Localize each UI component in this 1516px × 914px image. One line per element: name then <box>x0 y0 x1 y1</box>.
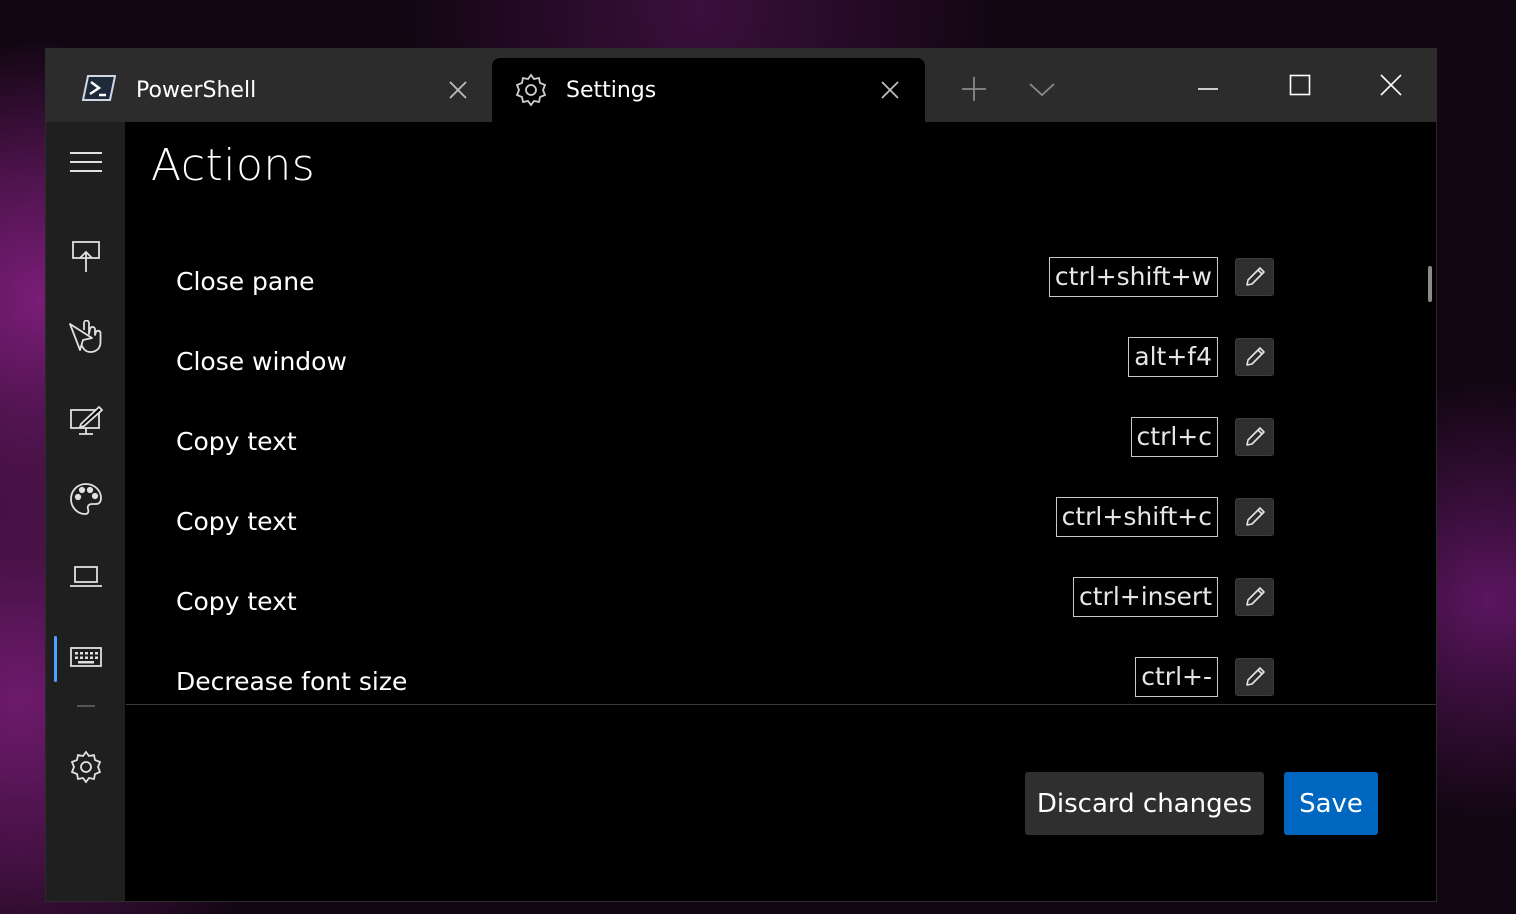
key-binding: ctrl+shift+c <box>1055 497 1218 537</box>
action-name: Copy text <box>176 507 297 536</box>
gear-icon <box>70 750 101 784</box>
color-palette-icon <box>69 483 102 515</box>
pencil-icon <box>1245 667 1265 686</box>
close-icon <box>1380 74 1402 96</box>
pencil-icon <box>1245 267 1265 286</box>
hamburger-menu-icon <box>69 152 102 172</box>
nav-item-rendering[interactable] <box>46 390 125 450</box>
powershell-icon <box>82 75 116 101</box>
nav-item-actions[interactable] <box>46 627 125 687</box>
action-row: Close pane ctrl+shift+w <box>176 252 1276 312</box>
edit-binding-button[interactable] <box>1235 658 1274 696</box>
nav-menu-toggle[interactable] <box>46 132 125 192</box>
action-row: Close window alt+f4 <box>176 332 1276 392</box>
close-window-button[interactable] <box>1369 69 1413 101</box>
tab-settings[interactable]: Settings <box>492 58 925 122</box>
discard-changes-button[interactable]: Discard changes <box>1025 772 1264 835</box>
key-binding: alt+f4 <box>1128 337 1218 377</box>
close-tab-button[interactable] <box>446 78 470 102</box>
plus-icon <box>962 77 986 101</box>
save-button[interactable]: Save <box>1284 772 1378 835</box>
maximize-icon <box>1289 74 1311 96</box>
tab-dropdown-button[interactable] <box>1024 77 1060 101</box>
action-row: Copy text ctrl+insert <box>176 572 1276 632</box>
nav-item-profiles[interactable] <box>46 547 125 607</box>
action-name: Close window <box>176 347 347 376</box>
action-name: Decrease font size <box>176 667 408 696</box>
settings-nav-pane <box>46 122 125 901</box>
settings-footer: Discard changes Save <box>126 704 1436 901</box>
minimize-button[interactable] <box>1186 69 1230 101</box>
startup-icon <box>71 241 100 272</box>
action-name: Copy text <box>176 427 297 456</box>
tab-title: PowerShell <box>136 78 257 103</box>
edit-binding-button[interactable] <box>1235 578 1274 616</box>
tab-title: Settings <box>566 78 657 103</box>
nav-item-startup[interactable] <box>46 227 125 287</box>
pencil-icon <box>1245 427 1265 446</box>
action-row: Copy text ctrl+shift+c <box>176 492 1276 552</box>
close-tab-button[interactable] <box>878 78 902 102</box>
new-tab-button[interactable] <box>956 75 992 103</box>
nav-item-color-schemes[interactable] <box>46 469 125 529</box>
pencil-icon <box>1245 347 1265 366</box>
key-binding: ctrl+c <box>1130 417 1218 457</box>
edit-binding-button[interactable] <box>1235 418 1274 456</box>
page-title: Actions <box>151 140 316 191</box>
keyboard-icon <box>69 647 102 667</box>
action-name: Close pane <box>176 267 315 296</box>
key-binding: ctrl+shift+w <box>1048 257 1218 297</box>
key-binding: ctrl+- <box>1135 657 1218 697</box>
tab-bar: PowerShell Settings <box>46 49 1436 122</box>
nav-item-settings[interactable] <box>46 737 125 797</box>
terminal-window: PowerShell Settings Actions Close pane c… <box>45 48 1437 902</box>
interaction-icon <box>68 320 101 353</box>
scrollbar-thumb[interactable] <box>1428 266 1432 302</box>
gear-icon <box>514 73 548 107</box>
nav-item-interaction[interactable] <box>46 307 125 367</box>
close-icon <box>449 81 467 99</box>
settings-content: Actions Close pane ctrl+shift+w Close wi… <box>126 122 1436 704</box>
action-row: Decrease font size ctrl+- <box>176 652 1276 704</box>
maximize-button[interactable] <box>1278 69 1322 101</box>
minimize-icon <box>1198 88 1218 90</box>
key-binding: ctrl+insert <box>1073 577 1218 617</box>
rendering-icon <box>69 405 103 435</box>
nav-divider <box>77 705 95 707</box>
tab-powershell[interactable]: PowerShell <box>46 49 491 122</box>
pencil-icon <box>1245 587 1265 606</box>
close-icon <box>881 81 899 99</box>
laptop-icon <box>69 566 102 587</box>
edit-binding-button[interactable] <box>1235 258 1274 296</box>
action-name: Copy text <box>176 587 297 616</box>
pencil-icon <box>1245 507 1265 526</box>
action-row: Copy text ctrl+c <box>176 412 1276 472</box>
edit-binding-button[interactable] <box>1235 338 1274 376</box>
chevron-down-icon <box>1029 83 1055 97</box>
edit-binding-button[interactable] <box>1235 498 1274 536</box>
